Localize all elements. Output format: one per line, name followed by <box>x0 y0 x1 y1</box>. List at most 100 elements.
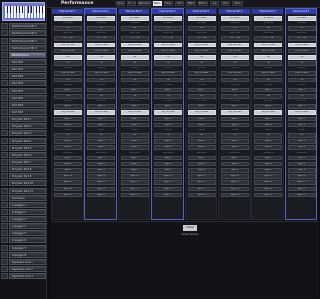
param-field[interactable]: C-2 ~ G8 <box>54 36 82 41</box>
param-field[interactable]: Byte 4 <box>254 122 283 128</box>
param-field[interactable]: Key Off Gate <box>87 42 116 48</box>
param-field[interactable]: Off <box>254 61 283 66</box>
param-field[interactable]: Off <box>221 133 249 138</box>
sidebar-item-label[interactable]: Part Edit <box>9 94 46 101</box>
toolbar-button[interactable]: Effect All <box>198 1 208 6</box>
param-field[interactable]: Off <box>287 61 316 66</box>
param-field[interactable]: Key Off Gate <box>154 71 183 76</box>
param-field[interactable]: Byte 9 <box>254 168 283 173</box>
param-field[interactable]: Byte 11 <box>154 180 183 185</box>
sidebar-item[interactable]: Program Part 1 <box>1 116 46 123</box>
param-field[interactable]: Byte 12 <box>120 186 149 192</box>
sidebar-item[interactable]: Part Edit <box>1 66 46 73</box>
toolbar-button[interactable]: Elem 1 <box>153 1 162 6</box>
param-field[interactable]: Byte 3 <box>154 116 183 122</box>
param-field[interactable]: Key Off Gate <box>287 110 316 115</box>
param-field[interactable]: Byte 13 <box>154 192 183 198</box>
param-field[interactable]: Off <box>154 26 183 31</box>
param-field[interactable]: A Octave <box>154 16 183 21</box>
param-field[interactable]: Off <box>154 133 183 138</box>
param-field[interactable]: A Octave <box>221 16 249 21</box>
sidebar-item[interactable]: Part Edit <box>1 80 46 87</box>
sidebar-item[interactable]: Performance Edit 2 <box>1 30 46 37</box>
param-field[interactable]: Off <box>187 133 216 138</box>
param-field[interactable]: Byte 11 <box>221 180 249 185</box>
param-field[interactable]: A Octave <box>287 16 316 21</box>
sidebar-item[interactable]: Part Edit <box>1 58 46 66</box>
param-field[interactable]: Byte 1 <box>120 87 149 93</box>
sidebar-item[interactable]: Performance Edit 3 <box>1 37 46 44</box>
param-field[interactable]: Byte 8 <box>221 161 249 167</box>
param-field[interactable]: Byte 9 <box>54 168 82 173</box>
sidebar-item-label[interactable]: Part Edit <box>9 73 46 80</box>
toolbar-button[interactable]: Element All <box>138 1 151 6</box>
param-field[interactable]: Byte 6 <box>254 145 283 150</box>
param-field[interactable]: Byte 5 <box>154 139 183 144</box>
param-field[interactable]: Key Off Gate <box>254 42 283 48</box>
param-field[interactable]: Byte 1 <box>187 87 216 93</box>
param-field[interactable]: Byte 7 <box>87 155 116 161</box>
param-field[interactable]: Off <box>87 77 116 83</box>
sidebar-item-label[interactable]: Program Part 11 <box>9 187 46 194</box>
param-field[interactable]: Key Off Gate <box>87 48 116 54</box>
param-field[interactable]: Off <box>187 55 216 60</box>
sidebar-item[interactable]: Program Part 6 <box>1 151 46 159</box>
param-field[interactable]: Key Off Gate <box>287 48 316 54</box>
toolbar-button[interactable]: Voice <box>116 1 125 6</box>
param-field[interactable]: C-2 ~ G8 <box>221 36 249 41</box>
param-field[interactable]: Key Off Gate <box>221 42 249 48</box>
param-field[interactable]: Byte 13 <box>120 192 149 198</box>
param-field[interactable]: Off <box>120 55 149 60</box>
sidebar-item-label[interactable]: Arpeggio 1 <box>9 201 46 208</box>
param-field[interactable]: Byte 8 <box>187 161 216 167</box>
param-field[interactable]: Off <box>120 26 149 31</box>
sidebar-item[interactable]: Keyboard Link 3 <box>1 273 46 280</box>
param-field[interactable]: Off <box>120 94 149 99</box>
sidebar-item[interactable]: Controller <box>1 194 46 201</box>
param-field[interactable]: Byte 4 <box>54 122 82 128</box>
param-field[interactable]: Byte 12 <box>154 186 183 192</box>
param-field[interactable]: Byte 11 <box>287 180 316 185</box>
param-field[interactable]: Off <box>54 61 82 66</box>
param-field[interactable]: Byte 5 <box>221 139 249 144</box>
sidebar-item[interactable]: Performance <box>1 51 46 59</box>
param-field[interactable]: Key Off Gate <box>221 71 249 76</box>
param-field[interactable]: Off <box>120 133 149 138</box>
param-field[interactable]: Byte 5 <box>254 139 283 144</box>
sidebar-item-label[interactable]: Performance Edit 4 <box>9 44 46 51</box>
param-field[interactable]: Byte 3 <box>221 116 249 122</box>
sidebar-item[interactable]: Program Part 8 <box>1 166 46 173</box>
param-field[interactable]: Byte 10 <box>87 174 116 179</box>
sidebar-item[interactable]: Arpeggio 5 <box>1 230 46 237</box>
sidebar-item-label[interactable]: Program Part 2 <box>9 123 46 130</box>
param-field[interactable]: Byte 7 <box>154 155 183 161</box>
param-field[interactable]: A Octave <box>54 16 82 21</box>
param-field[interactable]: Byte 9 <box>221 168 249 173</box>
param-field[interactable]: Byte 1 <box>54 87 82 93</box>
param-field[interactable]: Byte 12 <box>187 186 216 192</box>
param-field[interactable]: Byte 6 <box>187 145 216 150</box>
param-field[interactable]: Byte 8 <box>287 161 316 167</box>
param-field[interactable]: Byte 12 <box>287 186 316 192</box>
param-field[interactable]: Off <box>87 94 116 99</box>
param-field[interactable]: Byte 5 <box>54 139 82 144</box>
param-field[interactable]: Byte 8 <box>54 161 82 167</box>
sidebar-item[interactable]: Part Edit <box>1 94 46 101</box>
param-field[interactable]: Key Off Gate <box>120 71 149 76</box>
param-field[interactable]: Byte 8 <box>120 161 149 167</box>
param-field[interactable]: Byte 12 <box>221 186 249 192</box>
sidebar-item[interactable]: Keyboard Link 2 <box>1 266 46 273</box>
param-field[interactable]: Byte 13 <box>221 192 249 198</box>
param-field[interactable]: Byte 1 <box>221 87 249 93</box>
sidebar-item-label[interactable]: Keyboard Link 3 <box>9 273 46 280</box>
sidebar-item[interactable]: Arpeggio 6 <box>1 237 46 244</box>
param-field[interactable]: Byte 7 <box>287 155 316 161</box>
sidebar-item-label[interactable]: Program Part 10 <box>9 180 46 187</box>
param-field[interactable]: Byte 7 <box>254 155 283 161</box>
param-field[interactable]: Byte 2 <box>287 104 316 109</box>
param-field[interactable]: Byte 6 <box>120 145 149 150</box>
param-field[interactable]: Off <box>87 133 116 138</box>
param-field[interactable]: Byte 9 <box>120 168 149 173</box>
sidebar-item-label[interactable]: Program Part 1 <box>9 116 46 123</box>
sidebar-item[interactable]: Arpeggio 3 <box>1 216 46 223</box>
